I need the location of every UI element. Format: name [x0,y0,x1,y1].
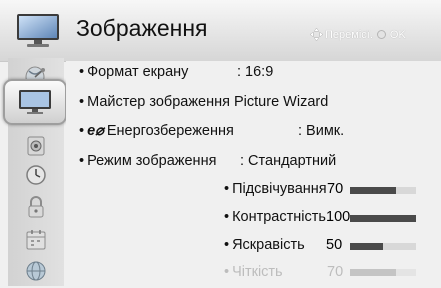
navigation-hint: Перемісї. OK [310,28,406,41]
menu-item-label: Енергозбереження [106,123,234,139]
hint-move-label: Перемісї. [325,28,373,41]
menu-item-energy-saving[interactable]: • e⌀ Енергозбереження [79,123,234,139]
energy-saving-value: : Вимк. [298,123,345,139]
menu-header: Зображення Перемісї. OK [0,0,441,62]
contrast-slider-fill [350,215,416,222]
submenu-item-brightness[interactable]: • Яскравість [224,237,305,253]
sharpness-slider-fill [350,269,397,276]
backlight-slider-fill [350,187,397,194]
page-title: Зображення [76,15,208,41]
sidebar-item-lock[interactable] [8,190,64,224]
submenu-item-sharpness[interactable]: • Чіткість [224,264,283,280]
menu-item-picture-mode[interactable]: • Режим зображення [79,153,216,169]
menu-item-aspect-ratio[interactable]: • Формат екрану [79,64,188,80]
submenu-item-backlight[interactable]: • Підсвічування [224,181,327,197]
sharpness-value: 70 [327,264,344,280]
menu-item-label: Режим зображення [87,153,217,169]
sidebar-item-network[interactable] [8,254,64,288]
submenu-item-label: Яскравість [232,237,305,253]
speaker-audio-icon [27,136,45,156]
calendar-options-icon [26,230,46,250]
hint-ok-label: OK [389,28,406,41]
aspect-ratio-value: : 16:9 [237,64,274,80]
brightness-value: 50 [326,237,343,253]
menu-item-label: Майстер зображення Picture Wizard [87,94,329,110]
backlight-slider[interactable] [350,187,416,194]
submenu-item-label: Підсвічування [232,181,327,197]
eco-icon: e⌀ [87,123,104,139]
brightness-slider-fill [350,243,383,250]
tv-picture-icon [17,14,59,47]
lock-icon [28,196,44,218]
clock-time-icon [26,165,46,185]
backlight-value: 70 [327,181,344,197]
contrast-slider[interactable] [350,215,416,222]
picture-mode-value: : Стандартний [240,153,337,169]
contrast-value: 100 [326,209,351,225]
submenu-item-label: Чіткість [232,264,283,280]
tv-picture-icon [19,90,51,114]
sidebar-item-picture[interactable] [3,79,67,125]
menu-item-label: Формат екрану [87,64,189,80]
menu-item-picture-wizard[interactable]: • Майстер зображення Picture Wizard [79,94,328,110]
submenu-item-contrast[interactable]: • Контрастність [224,209,326,225]
sidebar-item-time[interactable] [8,158,64,192]
globe-network-icon [26,261,46,281]
brightness-slider[interactable] [350,243,416,250]
submenu-item-label: Контрастність [232,209,326,225]
sidebar-item-options[interactable] [8,223,64,257]
dpad-arrows-icon [310,28,323,41]
sharpness-slider[interactable] [350,269,416,276]
ok-button-icon [376,30,386,39]
